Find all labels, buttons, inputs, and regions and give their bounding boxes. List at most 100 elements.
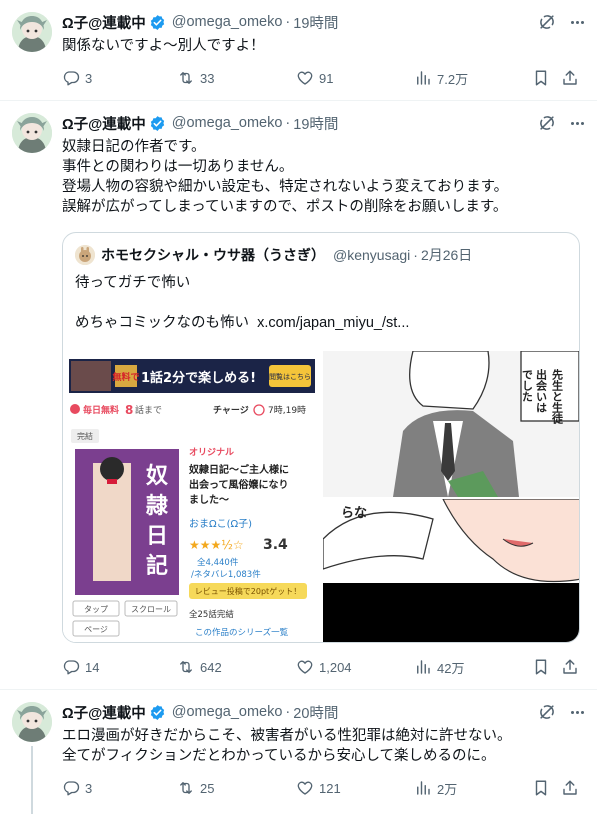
post-header: Ω子@連載中 @omega_omeko · 20時間 [62,702,338,722]
grok-icon[interactable] [537,12,557,32]
more-icon[interactable] [567,113,587,133]
author-handle[interactable]: @omega_omeko [172,115,283,131]
post-time[interactable]: 19時間 [293,12,338,33]
manga-panel-graphic: らな [323,499,579,642]
manga-text-col2: 先生と生徒 [551,368,565,425]
reply-button[interactable]: 3 [62,778,92,798]
repost-count: 25 [200,780,215,796]
review-cta: レビュー投稿で20ptゲット！ [195,586,301,596]
more-icon[interactable] [567,702,587,722]
free-suffix: 話まで [135,404,162,416]
quoted-post-text: 待ってガチで怖い めちゃコミックなのも怖い x.com/japan_miyu_/… [75,273,409,333]
free-count: 8 [125,403,133,417]
media-image-3[interactable]: らな [323,499,579,642]
reply-count: 3 [85,70,93,86]
avatar[interactable] [12,702,52,742]
views-count: 2万 [437,781,458,797]
bookmark-button[interactable] [532,68,550,88]
product-page-graphic: 無料で 1話2分で楽しめる! 閲覧はこちら 毎日無料 8 話まで チャージ 7時… [63,351,319,642]
views-button[interactable]: 2万 [414,778,457,798]
avatar[interactable] [12,12,52,52]
post-3[interactable]: Ω子@連載中 @omega_omeko · 20時間 エロ漫画が好きだからこそ、… [0,690,597,814]
charge-label: チャージ [213,405,249,416]
cover-title-2: 隷 [145,493,169,519]
post-text-line: 奴隷日記の作者です。 [62,139,206,155]
repost-count: 642 [200,659,222,675]
repost-button[interactable]: 25 [177,778,214,798]
avatar-image [12,702,52,742]
grok-icon[interactable] [537,702,557,722]
post-time[interactable]: 20時間 [293,702,338,723]
post-text-line: エロ漫画が好きだからこそ、被害者がいる性犯罪は絶対に許せない。 [62,728,512,744]
reply-count: 3 [85,780,93,796]
share-icon [561,658,579,676]
charge-time: 7時,19時 [268,405,306,416]
bookmark-button[interactable] [532,778,550,798]
thread-line [31,746,33,814]
post-2[interactable]: Ω子@連載中 @omega_omeko · 19時間 奴隷日記の作者です。 事件… [0,101,597,689]
verified-badge-icon [149,704,166,721]
scroll-button: スクロール [131,605,171,614]
like-button[interactable]: 121 [296,778,341,798]
repost-icon [177,69,195,87]
author-name[interactable]: Ω子@連載中 [62,702,146,723]
author-name[interactable]: Ω子@連載中 [62,12,146,33]
post-time[interactable]: 19時間 [293,113,338,134]
share-button[interactable] [561,657,579,677]
page-button: ページ [84,625,108,634]
review-count: 全4,440件 [197,557,239,568]
reply-button[interactable]: 14 [62,657,99,677]
quoted-link[interactable]: x.com/japan_miyu_/st... [257,315,409,331]
banner-headline: 1話2分で楽しめる! [141,370,256,386]
manga-author: おまΩこ(Ω子) [189,518,252,530]
cover-title-3: 日 [146,523,168,549]
rating-value: 3.4 [263,537,288,553]
verified-badge-icon [149,14,166,31]
post-header: Ω子@連載中 @omega_omeko · 19時間 [62,12,338,32]
avatar[interactable] [12,113,52,153]
like-count: 91 [319,70,334,86]
quoted-post[interactable]: ホモセクシャル・ウサ器（うさぎ） @kenyusagi · 2月26日 待ってガ… [62,232,580,643]
post-text-line: 事件との関わりは一切ありません。 [62,159,294,175]
tap-button: タップ [84,605,108,614]
like-count: 1,204 [319,659,352,675]
repost-button[interactable]: 33 [177,68,214,88]
bookmark-icon [532,779,550,797]
share-button[interactable] [561,778,579,798]
share-button[interactable] [561,68,579,88]
grok-icon[interactable] [537,113,557,133]
cover-title-1: 奴 [145,463,168,489]
original-label: オリジナル [189,447,234,458]
manga-bottom-text: らな [341,506,367,521]
post-1[interactable]: Ω子@連載中 @omega_omeko · 19時間 関係ないですよ～別人ですよ… [0,0,597,100]
complete-tag: 完結 [77,431,93,441]
quoted-text: めちゃコミックなのも怖い [75,315,249,331]
repost-button[interactable]: 642 [177,657,222,677]
views-button[interactable]: 42万 [414,657,464,677]
cover-title-4: 記 [146,553,168,579]
media-image-2[interactable]: 出会いは 先生と生徒 でした [323,351,579,497]
verified-badge-icon [149,115,166,132]
free-label: 毎日無料 [83,404,119,416]
views-icon [414,779,432,797]
author-name[interactable]: Ω子@連載中 [62,113,146,134]
author-handle[interactable]: @omega_omeko [172,14,283,30]
repost-icon [177,658,195,676]
post-text: 関係ないですよ～別人ですよ！ [62,36,582,56]
post-text: 奴隷日記の作者です。 事件との関わりは一切ありません。 登場人物の容貌や細かい設… [62,137,582,217]
like-button[interactable]: 91 [296,68,333,88]
like-button[interactable]: 1,204 [296,657,352,677]
quoted-author-name: ホモセクシャル・ウサ器（うさぎ） [101,247,325,263]
title-line-3: ました〜 [189,494,229,506]
post-text: エロ漫画が好きだからこそ、被害者がいる性犯罪は絶対に許せない。 全てがフィクショ… [62,726,582,766]
media-image-1[interactable]: 無料で 1話2分で楽しめる! 閲覧はこちら 毎日無料 8 話まで チャージ 7時… [63,351,321,642]
more-icon[interactable] [567,12,587,32]
author-handle[interactable]: @omega_omeko [172,704,283,720]
reply-button[interactable]: 3 [62,68,92,88]
quoted-post-time: 2月26日 [420,247,473,263]
bookmark-button[interactable] [532,657,550,677]
volume-count: 全25話完結 [189,609,234,620]
quoted-author-handle: @kenyusagi [333,247,411,263]
views-button[interactable]: 7.2万 [414,68,468,88]
